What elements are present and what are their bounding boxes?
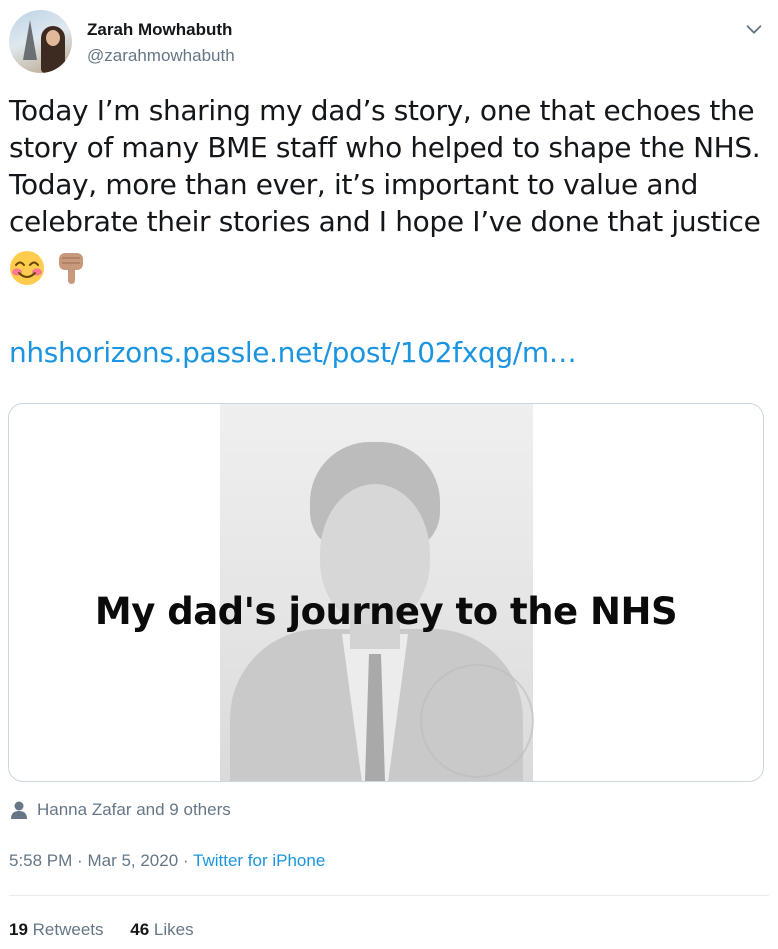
pointing-down-emoji-icon bbox=[59, 253, 83, 284]
tweet-date[interactable]: Mar 5, 2020 bbox=[87, 851, 178, 870]
retweets-count: 19 bbox=[9, 920, 28, 939]
tagged-people[interactable]: Hanna Zafar and 9 others bbox=[10, 798, 231, 822]
retweets-label: Retweets bbox=[32, 920, 104, 939]
meta-separator: · bbox=[182, 851, 189, 870]
tweet-source[interactable]: Twitter for iPhone bbox=[193, 851, 325, 870]
media-overlay-title: My dad's journey to the NHS bbox=[94, 590, 678, 633]
divider bbox=[9, 895, 769, 896]
tweet-link[interactable]: nhshorizons.passle.net/post/102fxqg/m… bbox=[9, 336, 577, 369]
photo-stamp bbox=[420, 664, 534, 778]
tweet-header: Zarah Mowhabuth @zarahmowhabuth bbox=[9, 10, 769, 76]
likes-stat[interactable]: 46 Likes bbox=[130, 920, 193, 939]
tweet-time[interactable]: 5:58 PM bbox=[9, 851, 72, 870]
chevron-down-icon[interactable] bbox=[743, 18, 765, 40]
tweet-stats: 19 Retweets 46 Likes bbox=[9, 920, 216, 940]
face-shape bbox=[46, 30, 60, 46]
media-card[interactable]: My dad's journey to the NHS bbox=[8, 403, 764, 782]
tweet-text: Today I’m sharing my dad’s story, one th… bbox=[9, 94, 761, 238]
retweets-stat[interactable]: 19 Retweets bbox=[9, 920, 108, 939]
avatar[interactable] bbox=[9, 10, 72, 73]
author-handle[interactable]: @zarahmowhabuth bbox=[87, 46, 235, 66]
tagged-people-text: Hanna Zafar and 9 others bbox=[37, 800, 231, 819]
meta-separator: · bbox=[77, 851, 83, 870]
person-icon bbox=[11, 801, 27, 819]
smiling-face-emoji-icon bbox=[10, 251, 44, 285]
eiffel-tower-shape bbox=[23, 20, 37, 60]
likes-label: Likes bbox=[153, 920, 194, 939]
author-name[interactable]: Zarah Mowhabuth bbox=[87, 20, 232, 40]
likes-count: 46 bbox=[130, 920, 150, 939]
tweet-meta: 5:58 PM · Mar 5, 2020 · Twitter for iPho… bbox=[9, 851, 325, 871]
